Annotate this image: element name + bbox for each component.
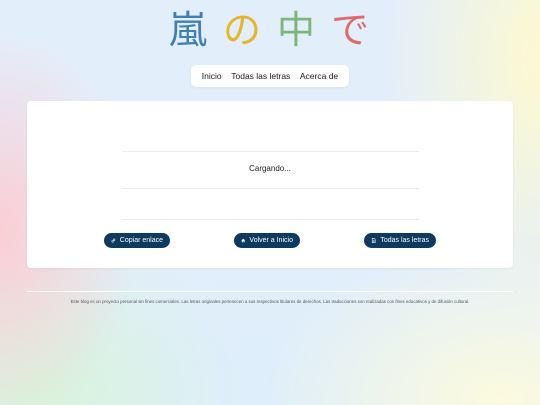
main-nav: Inicio Todas las letras Acerca de <box>191 65 349 87</box>
copy-link-label: Copiar enlace <box>119 237 163 244</box>
copy-link-button[interactable]: Copiar enlace <box>104 233 170 248</box>
content-card: Cargando... Copiar enlace Volver a Inici… <box>27 101 513 268</box>
nav-item-todas-las-letras[interactable]: Todas las letras <box>231 71 290 81</box>
link-icon <box>111 238 116 243</box>
site-logo[interactable]: 嵐 の 中 で <box>0 6 540 56</box>
logo-char-2: の <box>222 8 263 52</box>
divider-middle <box>122 188 419 189</box>
divider-top <box>122 151 419 152</box>
logo-char-4: で <box>331 8 372 52</box>
logo-char-3: 中 <box>277 8 318 52</box>
back-home-label: Volver a Inicio <box>249 237 293 244</box>
logo-char-1: 嵐 <box>168 8 209 52</box>
home-icon <box>241 238 246 243</box>
nav-item-inicio[interactable]: Inicio <box>202 71 222 81</box>
document-icon <box>371 238 376 243</box>
footer-disclaimer: Este blog es un proyecto personal sin fi… <box>70 299 470 304</box>
footer-divider <box>27 291 513 292</box>
nav-item-acerca-de[interactable]: Acerca de <box>300 71 338 81</box>
all-lyrics-button[interactable]: Todas las letras <box>364 233 436 248</box>
all-lyrics-label: Todas las letras <box>380 237 429 244</box>
loading-text: Cargando... <box>249 164 291 173</box>
divider-bottom <box>122 219 419 220</box>
back-home-button[interactable]: Volver a Inicio <box>234 233 300 248</box>
